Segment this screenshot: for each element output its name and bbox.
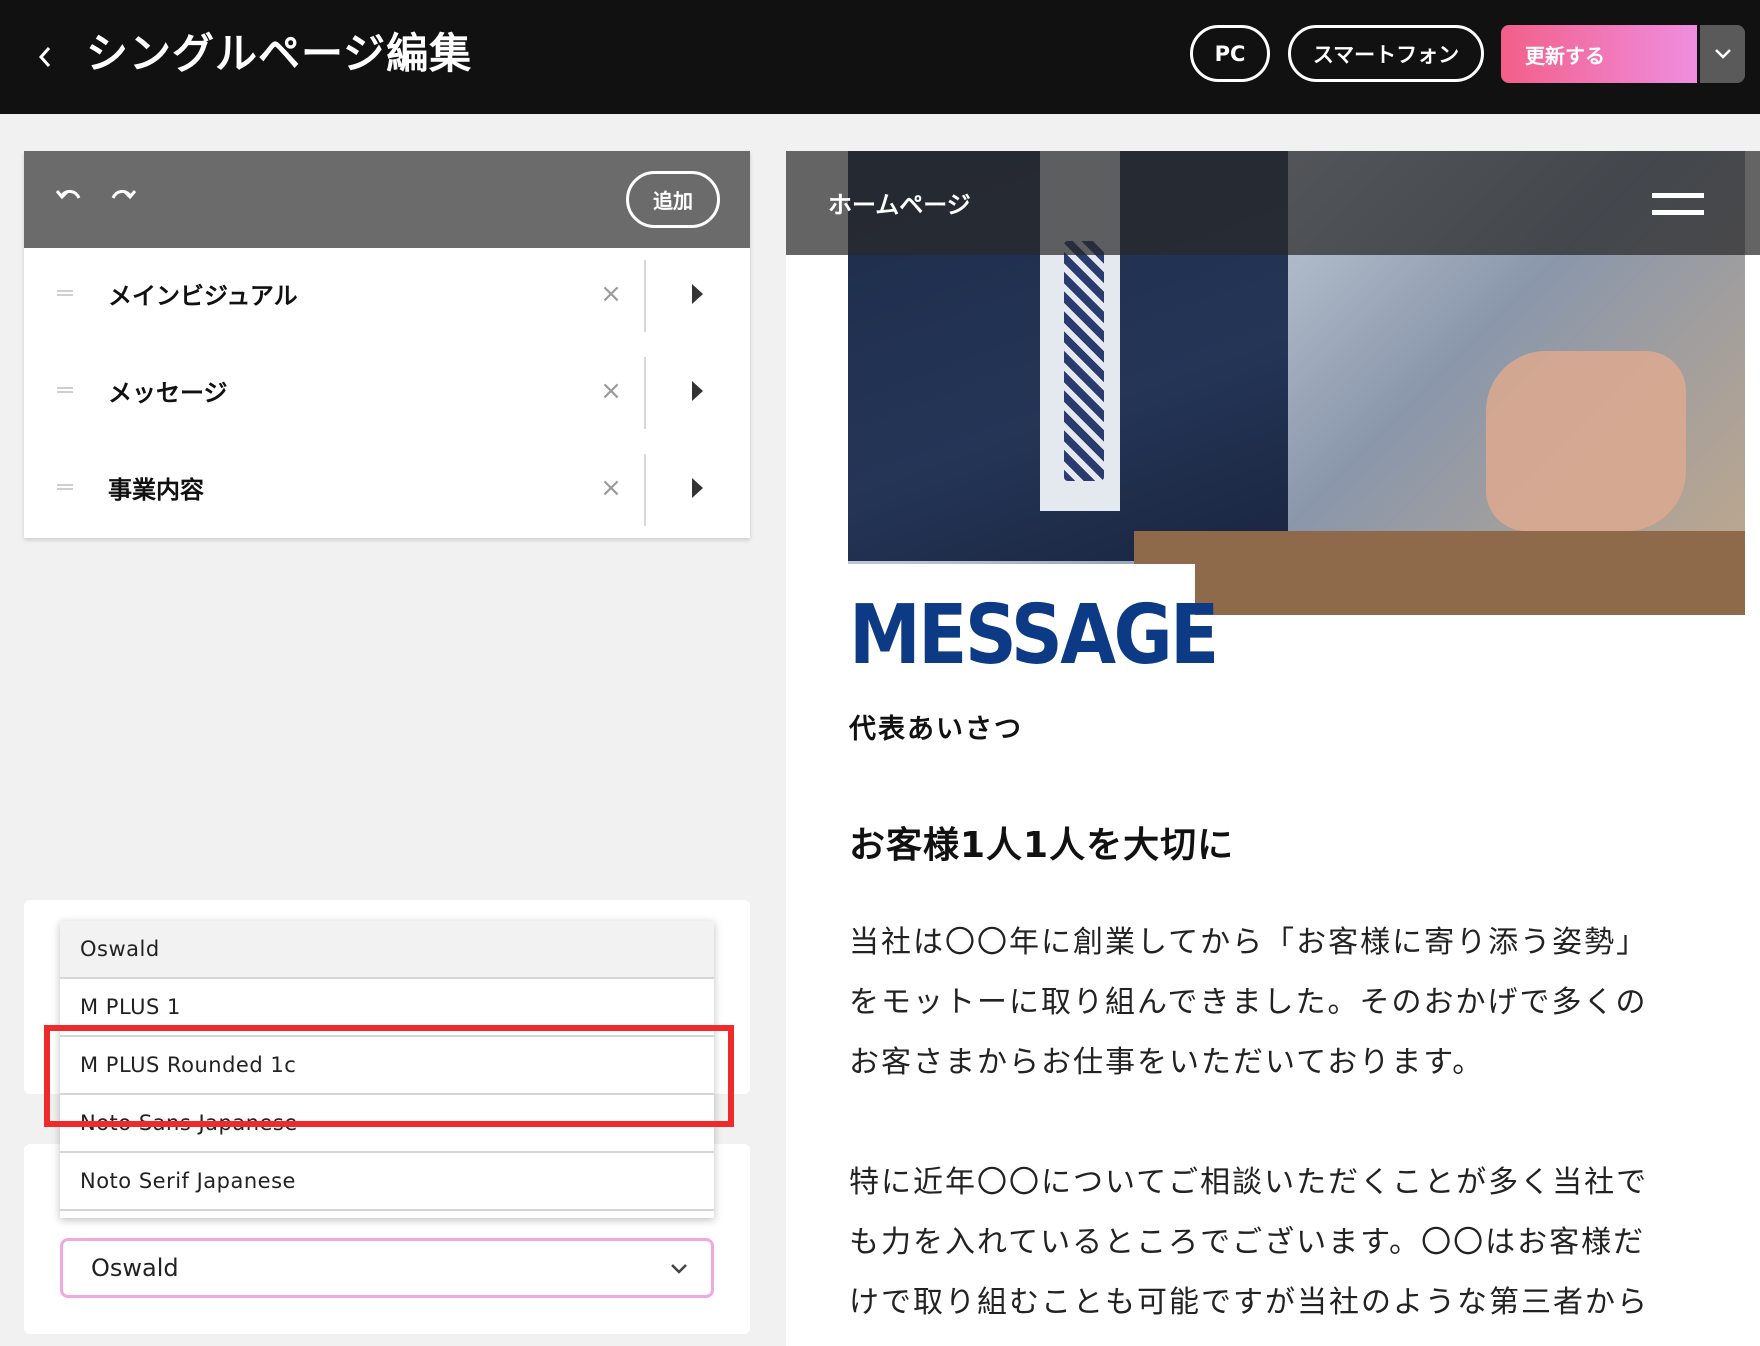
preview-site-title[interactable]: ホームページ: [828, 185, 971, 220]
divider: [644, 357, 646, 429]
pc-view-button[interactable]: PC: [1190, 25, 1270, 82]
hamburger-menu-icon[interactable]: [1652, 193, 1704, 215]
paragraph-line: も力を入れているところでございます。〇〇はお客様だ: [849, 1225, 1646, 1260]
chevron-down-icon: [671, 1264, 687, 1274]
paragraph-line: けで取り組むことも可能ですが当社のような第三者から: [849, 1285, 1649, 1320]
preview-header: ホームページ: [786, 151, 1760, 255]
message-paragraph: 特に近年〇〇についてご相談いただくことが多く当社で も力を入れているところでござ…: [849, 1153, 1709, 1333]
font-dropdown-list: Oswald M PLUS 1 M PLUS Rounded 1c Noto S…: [60, 921, 714, 1218]
message-heading: お客様1人1人を大切に: [849, 825, 1235, 866]
font-option[interactable]: M PLUS 1: [60, 979, 714, 1037]
font-option[interactable]: Oswald: [60, 921, 714, 979]
section-item-label: 事業内容: [108, 476, 204, 504]
close-icon[interactable]: ×: [596, 470, 626, 506]
paragraph-line: お客さまからお仕事をいただいております。: [849, 1045, 1485, 1080]
section-item-label: メインビジュアル: [108, 282, 298, 310]
section-item[interactable]: 事業内容 ×: [24, 442, 750, 538]
section-item-label: メッセージ: [108, 379, 228, 407]
font-select[interactable]: Oswald: [60, 1238, 714, 1298]
paragraph-line: をモットーに取り組んできました。そのおかげで多くの: [849, 985, 1648, 1020]
section-toolbar: 追加: [24, 151, 750, 248]
hero-image-hand: [1486, 351, 1686, 531]
drag-handle-icon[interactable]: [57, 387, 73, 393]
message-title: MESSAGE: [849, 588, 1219, 683]
paragraph-line: 特に近年〇〇についてご相談いただくことが多く当社で: [849, 1165, 1649, 1200]
expand-triangle-icon[interactable]: [692, 381, 703, 401]
close-icon[interactable]: ×: [596, 276, 626, 312]
undo-icon[interactable]: [54, 183, 84, 213]
hero-image-tie: [1064, 241, 1104, 481]
page-preview: ホームページ MESSAGE 代表あいさつ お客様1人1人を大切に 当社は〇〇年…: [786, 151, 1760, 1346]
font-option[interactable]: Noto Sans Japanese: [60, 1095, 714, 1153]
expand-triangle-icon[interactable]: [692, 284, 703, 304]
divider: [644, 454, 646, 526]
section-list-panel: 追加 メインビジュアル × メッセージ × 事業内容 ×: [24, 151, 750, 538]
message-paragraph: 当社は〇〇年に創業してから「お客様に寄り添う姿勢」 をモットーに取り組んできまし…: [849, 913, 1709, 1093]
page-title: シングルページ編集: [86, 29, 473, 78]
top-bar: シングルページ編集 PC スマートフォン 更新する: [0, 0, 1760, 114]
update-options-button[interactable]: [1700, 25, 1745, 83]
back-chevron-icon[interactable]: [30, 37, 60, 77]
paragraph-line: 当社は〇〇年に創業してから「お客様に寄り添う姿勢」: [849, 925, 1649, 960]
add-section-button[interactable]: 追加: [626, 171, 720, 228]
close-icon[interactable]: ×: [596, 373, 626, 409]
smartphone-view-button[interactable]: スマートフォン: [1288, 25, 1484, 82]
font-select-value: Oswald: [91, 1254, 179, 1282]
font-option[interactable]: Noto Serif Japanese: [60, 1153, 714, 1211]
update-button[interactable]: 更新する: [1501, 25, 1697, 83]
message-subtitle: 代表あいさつ: [849, 714, 1023, 745]
section-item[interactable]: メインビジュアル ×: [24, 248, 750, 344]
drag-handle-icon[interactable]: [57, 484, 73, 490]
chevron-down-icon: [1714, 49, 1731, 59]
font-option[interactable]: M PLUS Rounded 1c: [60, 1037, 714, 1095]
section-item[interactable]: メッセージ ×: [24, 345, 750, 441]
divider: [644, 260, 646, 332]
expand-triangle-icon[interactable]: [692, 478, 703, 498]
hero-image-desk: [1134, 531, 1745, 615]
redo-icon[interactable]: [108, 183, 138, 213]
drag-handle-icon[interactable]: [57, 290, 73, 296]
